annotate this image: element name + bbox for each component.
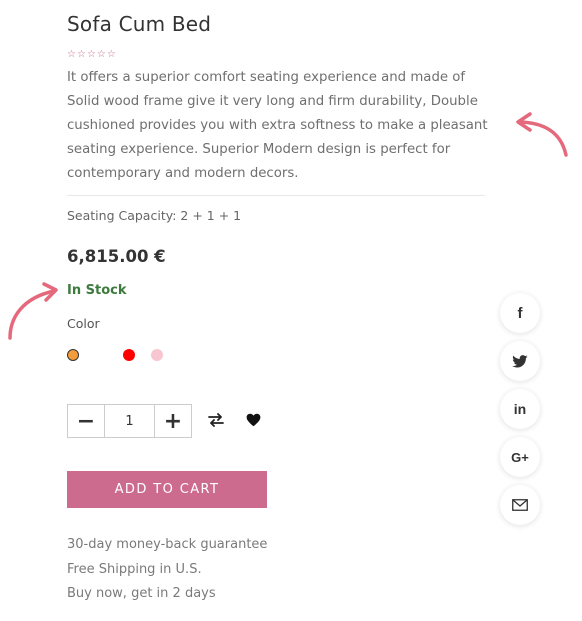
quantity-stepper: − 1 +	[67, 404, 192, 438]
star-icon: ☆	[76, 49, 86, 60]
decrease-quantity-button[interactable]: −	[68, 405, 104, 437]
facebook-icon: f	[517, 304, 523, 322]
google-plus-share-button[interactable]: G+	[500, 437, 540, 477]
perk-item: Free Shipping in U.S.	[67, 561, 202, 577]
product-description: It offers a superior comfort seating exp…	[67, 70, 488, 181]
twitter-share-button[interactable]	[500, 341, 540, 381]
divider	[67, 195, 485, 196]
color-swatch-white[interactable]	[95, 349, 107, 361]
google-plus-icon: G+	[511, 449, 529, 465]
heart-icon[interactable]	[244, 411, 262, 429]
perk-item: 30-day money-back guarantee	[67, 537, 268, 552]
color-label: Color	[67, 316, 100, 331]
increase-quantity-button[interactable]: +	[155, 405, 191, 437]
add-to-cart-button[interactable]: ADD TO CART	[67, 471, 267, 508]
star-icon: ☆	[96, 49, 106, 60]
linkedin-icon: in	[513, 401, 527, 417]
annotation-arrow-icon	[516, 112, 568, 157]
product-title: Sofa Cum Bed	[67, 12, 212, 36]
star-icon: ☆	[67, 49, 76, 60]
compare-icon[interactable]	[207, 411, 225, 429]
color-swatch-red[interactable]	[123, 349, 135, 361]
linkedin-share-button[interactable]: in	[500, 389, 540, 429]
quantity-input[interactable]: 1	[104, 405, 155, 437]
perks-list: 30-day money-back guarantee Free Shippin…	[67, 533, 267, 607]
star-icon: ☆	[106, 49, 116, 60]
seating-capacity: Seating Capacity: 2 + 1 + 1	[67, 208, 242, 223]
mail-icon	[512, 499, 528, 511]
color-swatch-pink[interactable]	[151, 349, 163, 361]
star-icon: ☆	[86, 49, 96, 60]
product-price: 6,815.00 €	[67, 247, 166, 266]
color-swatch-orange[interactable]	[67, 349, 79, 361]
mail-share-button[interactable]	[500, 485, 540, 525]
twitter-icon	[512, 354, 528, 367]
perk-item: Buy now, get in 2 days	[67, 586, 216, 601]
facebook-share-button[interactable]: f	[500, 293, 540, 333]
stock-status: In Stock	[67, 283, 127, 298]
annotation-arrow-icon	[8, 282, 58, 340]
rating-stars: ☆ ☆ ☆ ☆ ☆	[67, 49, 116, 61]
